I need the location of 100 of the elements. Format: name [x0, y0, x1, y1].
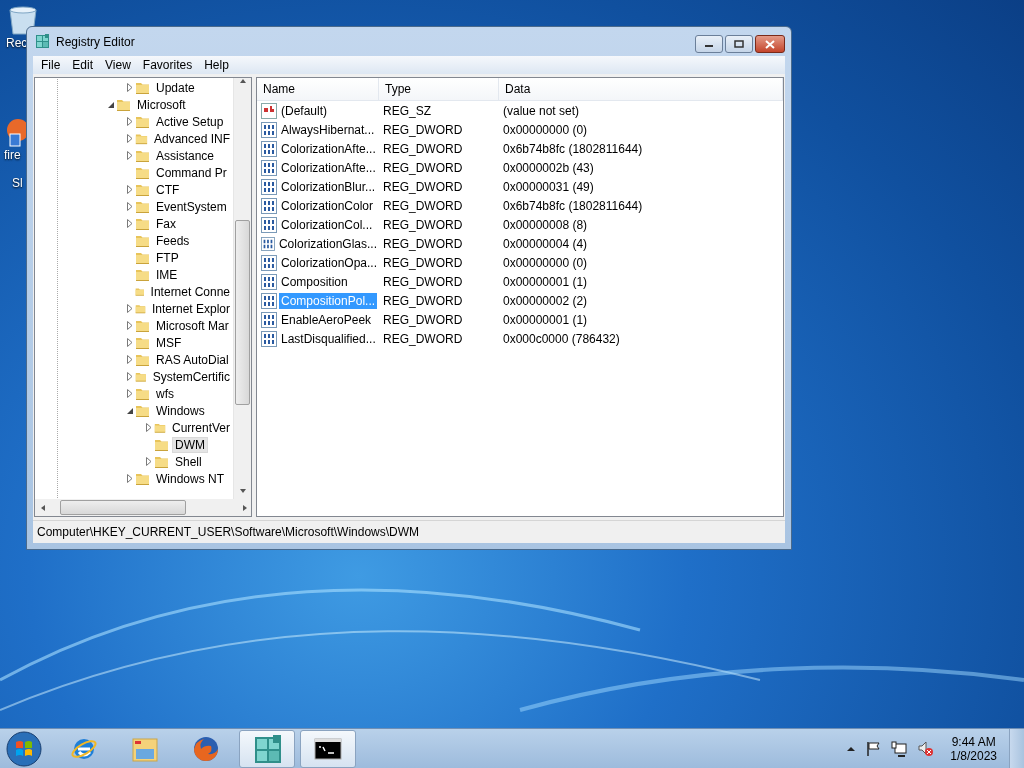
- menu-item[interactable]: Edit: [66, 58, 100, 72]
- tree-item[interactable]: EventSystem: [153, 198, 230, 215]
- value-data: 0x000c0000 (786432): [502, 331, 621, 346]
- scroll-right-icon: [242, 503, 248, 512]
- status-path: Computer\HKEY_CURRENT_USER\Software\Microsoft\Windows\DWM: [36, 525, 420, 539]
- tree-item[interactable]: CTF: [153, 181, 183, 198]
- tree-item[interactable]: IME: [153, 266, 181, 283]
- binary-value-icon: [261, 254, 277, 271]
- tree-item[interactable]: FTP: [153, 249, 182, 266]
- tree-item[interactable]: RAS AutoDial: [153, 351, 232, 368]
- value-name[interactable]: EnableAeroPeek: [279, 311, 374, 328]
- value-type: REG_DWORD: [382, 141, 464, 156]
- value-name[interactable]: Composition: [279, 273, 350, 290]
- value-type: REG_DWORD: [382, 179, 464, 194]
- value-name[interactable]: ColorizationAfte...: [279, 140, 378, 157]
- value-name[interactable]: AlwaysHibernat...: [279, 121, 377, 138]
- value-type: REG_DWORD: [382, 198, 464, 213]
- value-name[interactable]: ColorizationBlur...: [279, 178, 378, 195]
- binary-value-icon: [261, 273, 277, 290]
- tree-item[interactable]: CurrentVer: [168, 419, 233, 436]
- value-data: 0x00000000 (0): [502, 255, 589, 270]
- binary-value-icon: [261, 311, 277, 328]
- desktop-icon-label[interactable]: Rec: [6, 36, 28, 50]
- value-data: 0x6b74b8fc (1802811644): [502, 198, 644, 213]
- folder-icon: [135, 250, 150, 265]
- value-type: REG_DWORD: [382, 255, 464, 270]
- menu-item[interactable]: Help: [198, 58, 235, 72]
- folder-icon: [135, 318, 150, 333]
- horizontal-scrollbar[interactable]: [35, 499, 251, 516]
- folder-icon: [116, 97, 131, 112]
- scroll-left-icon: [40, 503, 46, 512]
- start-button[interactable]: [4, 729, 44, 768]
- folder-icon: [135, 233, 150, 248]
- value-name[interactable]: (Default): [279, 102, 329, 119]
- tree-item[interactable]: Internet Conne: [147, 283, 233, 300]
- tree-item[interactable]: MSF: [153, 334, 185, 351]
- maximize-button[interactable]: [725, 35, 753, 53]
- tree-item[interactable]: Command Pr: [153, 164, 230, 181]
- value-name[interactable]: LastDisqualified...: [279, 330, 378, 347]
- clock-time[interactable]: 9:44 AM: [951, 734, 996, 749]
- folder-icon: [135, 199, 150, 214]
- show-hidden-icons-icon[interactable]: [846, 744, 857, 753]
- desktop-icon-label[interactable]: fire: [4, 148, 21, 162]
- tree-item[interactable]: Windows: [153, 402, 208, 419]
- tree-item[interactable]: Microsoft Mar: [153, 317, 232, 334]
- binary-value-icon: [261, 235, 275, 252]
- value-name[interactable]: ColorizationColor: [279, 197, 376, 214]
- folder-icon: [135, 148, 150, 163]
- menu-item[interactable]: View: [99, 58, 137, 72]
- column-header[interactable]: Type: [379, 78, 499, 100]
- scroll-down-icon: [238, 488, 247, 494]
- tree-item[interactable]: Microsoft: [134, 96, 189, 113]
- column-header[interactable]: Name: [257, 78, 379, 100]
- column-header[interactable]: Data: [499, 78, 783, 100]
- tree-item[interactable]: Fax: [153, 215, 179, 232]
- speaker-muted-icon[interactable]: [917, 740, 935, 757]
- scroll-up-icon: [238, 78, 247, 84]
- tree-item[interactable]: Active Setup: [153, 113, 227, 130]
- tree-item[interactable]: Internet Explor: [148, 300, 233, 317]
- vertical-scrollbar[interactable]: [233, 78, 251, 499]
- tree-item[interactable]: Assistance: [153, 147, 218, 164]
- value-data: 0x00000002 (2): [502, 293, 589, 308]
- tree-item[interactable]: Windows NT: [153, 470, 227, 487]
- taskbar-button[interactable]: [300, 729, 356, 768]
- tree-item[interactable]: DWM: [172, 436, 208, 453]
- minimize-button[interactable]: [695, 35, 723, 53]
- tree-item[interactable]: SystemCertific: [149, 368, 233, 385]
- registry-cubes-icon: [253, 734, 281, 763]
- value-type: REG_DWORD: [382, 293, 464, 308]
- clock-date[interactable]: 1/8/2023: [950, 748, 997, 763]
- fox-globe-icon: [192, 734, 220, 763]
- tree-item[interactable]: Advanced INF: [150, 130, 233, 147]
- menu-item[interactable]: Favorites: [136, 58, 199, 72]
- value-data: 0x00000031 (49): [502, 179, 595, 194]
- folder-icon: [154, 437, 169, 452]
- value-data: 0x00000004 (4): [502, 236, 589, 251]
- folder-icon: [135, 114, 150, 129]
- value-data: 0x00000001 (1): [502, 312, 589, 327]
- value-name[interactable]: ColorizationGlas...: [276, 235, 379, 252]
- close-icon: [765, 39, 775, 49]
- value-type: REG_DWORD: [382, 236, 464, 251]
- close-button[interactable]: [755, 35, 785, 53]
- value-type: REG_DWORD: [382, 122, 464, 137]
- flag-icon[interactable]: [866, 740, 882, 757]
- folder-icon: [135, 267, 150, 282]
- tree-item[interactable]: Feeds: [153, 232, 193, 249]
- value-name[interactable]: ColorizationOpa...: [278, 254, 379, 271]
- network-icon[interactable]: [891, 740, 908, 757]
- string-value-icon: [261, 102, 277, 119]
- tree-item[interactable]: Shell: [172, 453, 205, 470]
- desktop-icon-label[interactable]: Sl: [12, 176, 23, 190]
- menu-item[interactable]: File: [35, 58, 67, 72]
- binary-value-icon: [261, 121, 277, 138]
- tree-item[interactable]: wfs: [153, 385, 177, 402]
- value-name[interactable]: ColorizationAfte...: [279, 159, 378, 176]
- folder-icon: [135, 216, 150, 231]
- value-name[interactable]: ColorizationCol...: [279, 216, 375, 233]
- value-data: 0x00000001 (1): [502, 274, 589, 289]
- folder-icon: [135, 80, 150, 95]
- tree-item[interactable]: Update: [153, 79, 198, 96]
